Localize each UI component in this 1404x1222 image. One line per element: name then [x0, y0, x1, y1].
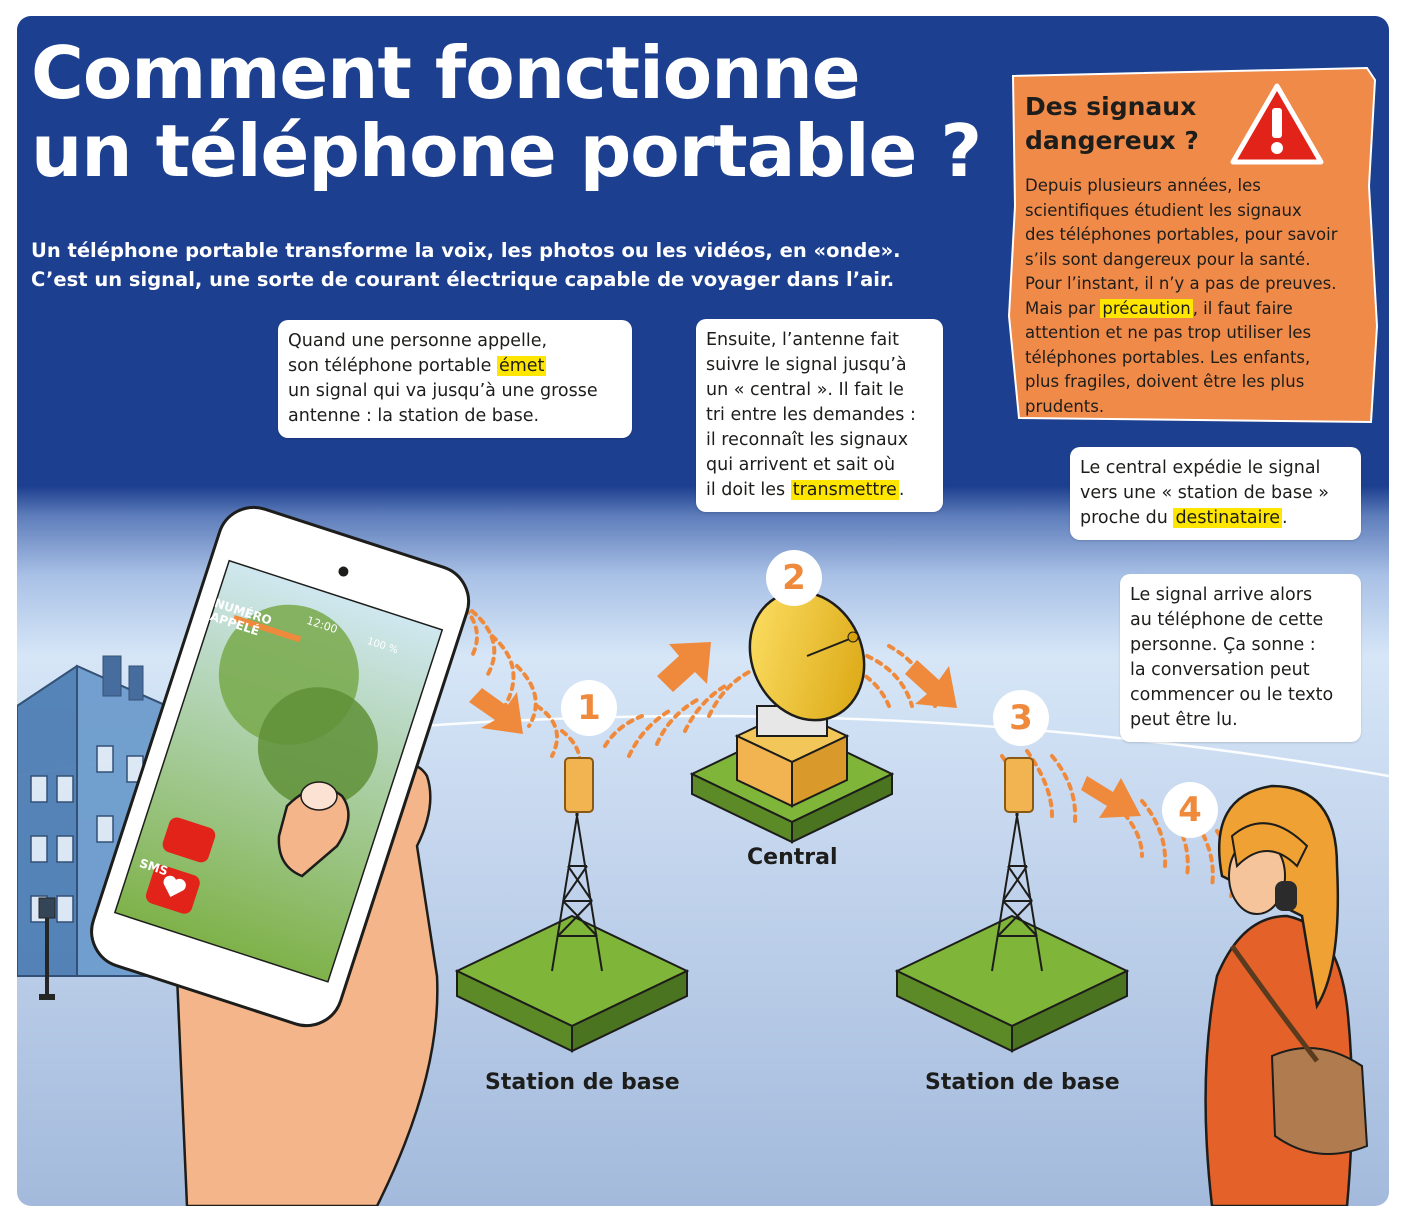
title-line-2: un téléphone portable ? [31, 109, 982, 193]
step-number-2: 2 [766, 550, 822, 606]
highlight-emet: émet [496, 356, 547, 376]
step-number-1: 1 [561, 680, 617, 736]
warning-title: Des signaux dangereux ? [1025, 90, 1199, 158]
bubble-line: peut être lu. [1130, 710, 1238, 730]
bubble-line: commencer ou le texto [1130, 685, 1334, 705]
highlight-precaution: précaution [1100, 298, 1193, 318]
warning-line: Depuis plusieurs années, les [1025, 176, 1261, 195]
intro-line-2: C’est un signal, une sorte de courant él… [31, 268, 895, 291]
bubble-line: son téléphone portable émet [288, 354, 622, 379]
warning-line: plus fragiles, doivent être les plus [1025, 372, 1305, 391]
warning-title-line-1: Des signaux [1025, 92, 1197, 121]
warning-line: s’ils sont dangereux pour la santé. [1025, 249, 1311, 269]
step-number-4: 4 [1162, 782, 1218, 838]
bubble-step-4: Le signal arrive alors au téléphone de c… [1120, 574, 1361, 742]
warning-title-line-2: dangereux ? [1025, 126, 1199, 155]
bubble-text: . [898, 480, 905, 500]
bubble-line: personne. Ça sonne : [1130, 635, 1316, 655]
warning-line: attention et ne pas trop utiliser les [1025, 323, 1312, 342]
girl-on-phone [1204, 784, 1369, 1206]
label-central: Central [747, 845, 838, 870]
bubble-text: . [1282, 508, 1288, 528]
base-station-right [894, 757, 1130, 1053]
warning-triangle-icon [1230, 83, 1324, 165]
bubble-line: un signal qui va jusqu’à une grosse [288, 381, 598, 401]
bubble-line: vers une « station de base » [1080, 483, 1329, 503]
warning-line: Pour l’instant, il n’y a pas de preuves. [1025, 274, 1337, 293]
hand-with-phone [90, 505, 471, 1206]
bubble-line: au téléphone de cette [1130, 610, 1324, 630]
infographic-page: Comment fonctionne un téléphone portable… [0, 0, 1404, 1222]
highlight-destinataire: destinataire [1173, 508, 1282, 528]
bubble-line: Le signal arrive alors [1130, 585, 1313, 605]
warning-line: prudents. [1025, 396, 1105, 416]
bubble-line: Le central expédie le signal [1080, 458, 1321, 478]
intro-line-1: Un téléphone portable transforme la voix… [31, 239, 901, 262]
bubble-line: un « central ». Il fait le [706, 380, 904, 400]
bubble-step-3: Le central expédie le signal vers une « … [1070, 447, 1361, 540]
bubble-line: il reconnaît les signaux [706, 430, 909, 450]
highlight-transmettre: transmettre [790, 480, 899, 500]
bubble-line: suivre le signal jusqu’à [706, 355, 907, 375]
warning-panel: Des signaux dangereux ? Depuis plusieurs… [1007, 66, 1379, 426]
page-title: Comment fonctionne un téléphone portable… [31, 31, 982, 193]
warning-line: scientifiques étudient les signaux [1025, 200, 1302, 220]
bubble-line: il doit les transmettre. [706, 478, 933, 503]
warning-text: Depuis plusieurs années, les scientifiqu… [1025, 174, 1370, 419]
bubble-step-2: Ensuite, l’antenne fait suivre le signal… [696, 319, 943, 512]
label-station-left: Station de base [485, 1070, 680, 1095]
infographic-frame: Comment fonctionne un téléphone portable… [17, 16, 1389, 1206]
bubble-line: proche du destinataire. [1080, 506, 1351, 531]
bubble-text: son téléphone portable [288, 356, 497, 376]
title-line-1: Comment fonctionne [31, 31, 861, 115]
bubble-line: qui arrivent et sait où [706, 455, 896, 475]
bubble-text: il doit les [706, 480, 791, 500]
base-station-left [454, 757, 690, 1053]
bubble-line: Ensuite, l’antenne fait [706, 330, 899, 350]
warning-line: Mais par précaution, il faut faire [1025, 297, 1370, 322]
bubble-line: la conversation peut [1130, 660, 1310, 680]
bubble-step-1: Quand une personne appelle, son téléphon… [278, 320, 632, 438]
label-station-right: Station de base [925, 1070, 1120, 1095]
bubble-line: Quand une personne appelle, [288, 331, 548, 351]
warning-line: téléphones portables. Les enfants, [1025, 347, 1311, 367]
step-number-3: 3 [993, 690, 1049, 746]
central-building [689, 590, 895, 844]
bubble-text: proche du [1080, 508, 1174, 528]
intro-text: Un téléphone portable transforme la voix… [31, 236, 991, 294]
bubble-line: antenne : la station de base. [288, 406, 540, 426]
warning-line-6-end: , il faut faire [1192, 298, 1293, 318]
warning-line-6-start: Mais par [1025, 298, 1101, 318]
warning-line: des téléphones portables, pour savoir [1025, 225, 1338, 244]
bubble-line: tri entre les demandes : [706, 405, 916, 425]
